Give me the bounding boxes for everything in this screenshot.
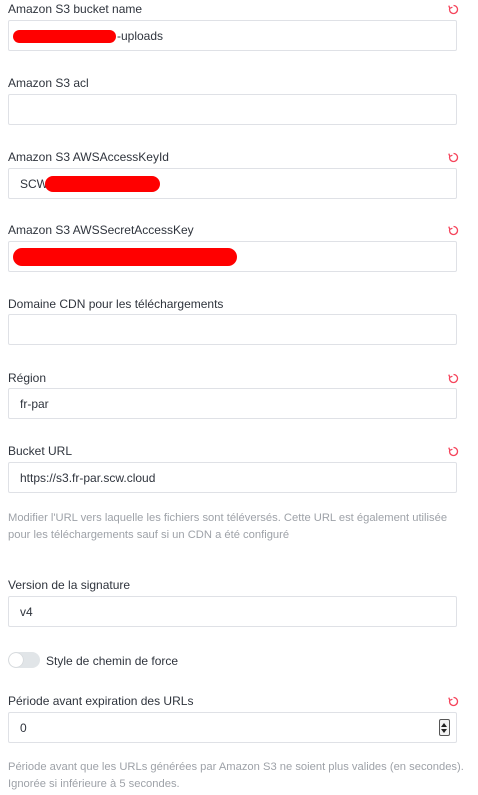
url-expiry-hint: Période avant que les URLs générées par …	[8, 761, 464, 790]
s3-settings-panel: Amazon S3 bucket name -uploads Amazon S3…	[0, 0, 478, 795]
signature-version-label: Version de la signature	[8, 578, 131, 592]
cdn-domain-label: Domaine CDN pour les téléchargements	[8, 297, 224, 311]
acl-label: Amazon S3 acl	[8, 76, 89, 90]
signature-version-value: v4	[20, 605, 33, 619]
reset-icon[interactable]	[448, 225, 459, 236]
bucket-name-value-suffix: -uploads	[117, 29, 164, 43]
number-stepper[interactable]	[439, 719, 450, 736]
region-input[interactable]: fr-par	[8, 388, 457, 419]
stepper-down-icon[interactable]	[441, 729, 447, 733]
stepper-up-icon[interactable]	[441, 723, 447, 727]
access-key-input[interactable]: SCW	[8, 168, 457, 199]
region-value: fr-par	[20, 397, 49, 411]
url-expiry-value: 0	[20, 721, 27, 735]
redaction-mark	[13, 30, 116, 43]
bucket-url-input[interactable]: https://s3.fr-par.scw.cloud	[8, 462, 457, 493]
signature-version-input[interactable]: v4	[8, 596, 457, 627]
bucket-name-label: Amazon S3 bucket name	[8, 2, 143, 16]
redaction-mark	[45, 176, 160, 192]
force-path-style-label: Style de chemin de force	[46, 654, 179, 668]
reset-icon[interactable]	[448, 152, 459, 163]
reset-icon[interactable]	[448, 4, 459, 15]
access-key-value-prefix: SCW	[20, 177, 48, 191]
redaction-mark	[13, 248, 237, 266]
cdn-domain-input[interactable]	[8, 314, 457, 345]
bucket-name-input[interactable]: -uploads	[8, 20, 457, 51]
reset-icon[interactable]	[448, 696, 459, 707]
bucket-url-value: https://s3.fr-par.scw.cloud	[20, 471, 156, 485]
reset-icon[interactable]	[448, 446, 459, 457]
secret-key-input[interactable]	[8, 241, 457, 272]
secret-key-label: Amazon S3 AWSSecretAccessKey	[8, 223, 194, 237]
bucket-url-hint: Modifier l'URL vers laquelle les fichier…	[8, 512, 448, 541]
toggle-knob	[9, 653, 23, 667]
access-key-label: Amazon S3 AWSAccessKeyId	[8, 150, 169, 164]
reset-icon[interactable]	[448, 373, 459, 384]
region-label: Région	[8, 371, 47, 385]
url-expiry-input[interactable]: 0	[8, 712, 457, 743]
acl-input[interactable]	[8, 94, 457, 125]
bucket-url-label: Bucket URL	[8, 444, 73, 458]
force-path-style-toggle[interactable]	[8, 652, 40, 668]
url-expiry-label: Période avant expiration des URLs	[8, 694, 194, 708]
